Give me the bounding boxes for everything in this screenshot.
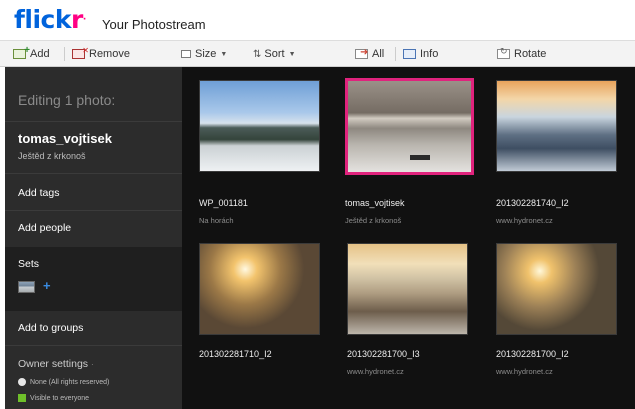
- photo-subtitle: Na horách: [199, 216, 234, 225]
- select-all-button[interactable]: All: [355, 46, 384, 62]
- photo-grid: WP_001181 Na horách tomas_vojtisek Ještě…: [182, 67, 635, 409]
- photo-title: 201302281710_I2: [199, 349, 272, 359]
- toolbar: Add Remove Size ▼ ⇅ Sort ▼ All Info Rota…: [0, 40, 635, 67]
- add-to-groups-link[interactable]: Add to groups: [18, 322, 83, 334]
- photo-thumbnail[interactable]: [345, 78, 474, 175]
- sets-label: Sets: [18, 258, 40, 270]
- add-people-link[interactable]: Add people: [18, 222, 71, 234]
- photo-subtitle: www.hydronet.cz: [496, 216, 553, 225]
- owner-settings-heading[interactable]: Owner settings ·: [18, 358, 94, 370]
- photo-thumbnail[interactable]: [199, 243, 320, 335]
- owner-settings-label: Owner settings: [18, 358, 89, 370]
- select-all-icon: [355, 47, 368, 59]
- photo-subtitle: www.hydronet.cz: [347, 367, 404, 376]
- add-label: Add: [30, 48, 50, 60]
- remove-label: Remove: [89, 48, 130, 60]
- page-title[interactable]: Your Photostream: [102, 17, 206, 32]
- toolbar-divider: [64, 47, 65, 61]
- rotate-button[interactable]: Rotate: [497, 46, 546, 62]
- hut-shape: [410, 155, 430, 160]
- sidebar-divider: [5, 210, 182, 211]
- photo-title: tomas_vojtisek: [345, 198, 405, 208]
- photo-title: 201302281700_I2: [496, 349, 569, 359]
- sidebar-divider: [5, 345, 182, 346]
- photo-description-field[interactable]: Ještěd z krkonoš: [18, 151, 86, 161]
- toolbar-divider: [395, 47, 396, 61]
- photo-thumbnail[interactable]: [347, 243, 468, 335]
- sets-section: Sets +: [5, 247, 182, 311]
- license-setting[interactable]: None (All rights reserved): [18, 378, 109, 386]
- photo-title: WP_001181: [199, 198, 248, 208]
- visibility-setting[interactable]: Visible to everyone: [18, 394, 89, 402]
- info-button[interactable]: Info: [403, 46, 438, 62]
- flickr-logo[interactable]: flickr·: [14, 6, 86, 34]
- remove-photo-icon: [72, 46, 89, 59]
- editing-heading: Editing 1 photo:: [18, 92, 116, 108]
- add-tags-link[interactable]: Add tags: [18, 187, 59, 199]
- visibility-icon: [18, 394, 26, 402]
- add-photo-icon: [13, 45, 30, 59]
- size-label: Size: [195, 48, 217, 60]
- logo-blue-part: flick: [14, 5, 71, 34]
- logo-pink-part: r: [70, 5, 83, 34]
- sort-label: Sort: [264, 48, 285, 60]
- chevron-down-icon: ▼: [220, 50, 228, 58]
- size-dropdown[interactable]: Size ▼: [181, 46, 227, 62]
- photo-thumbnail[interactable]: [496, 80, 617, 172]
- sidebar-divider: [5, 173, 182, 174]
- photo-title: 201302281700_I3: [347, 349, 420, 359]
- remove-button[interactable]: Remove: [72, 46, 130, 62]
- edit-sidebar: Editing 1 photo: tomas_vojtisek Ještěd z…: [5, 67, 182, 409]
- rotate-label: Rotate: [514, 48, 547, 60]
- photo-thumbnail[interactable]: [199, 80, 320, 172]
- chevron-down-icon: ▼: [288, 50, 296, 58]
- visibility-label: Visible to everyone: [30, 394, 90, 402]
- photo-thumbnail[interactable]: [496, 243, 617, 335]
- info-label: Info: [420, 48, 439, 60]
- add-button[interactable]: Add: [13, 45, 50, 62]
- size-icon: [181, 50, 191, 58]
- info-icon: [403, 49, 416, 59]
- photo-title: 201302281740_I2: [496, 198, 569, 208]
- header-bar: flickr· Your Photostream: [0, 0, 635, 40]
- sidebar-divider: [5, 121, 182, 122]
- all-label: All: [372, 48, 385, 60]
- photo-title-field[interactable]: tomas_vojtisek: [18, 131, 112, 146]
- photo-subtitle: Ještěd z krkonoš: [345, 216, 402, 225]
- photo-subtitle: www.hydronet.cz: [496, 367, 553, 376]
- license-label: None (All rights reserved): [30, 378, 110, 386]
- owner-settings-caret: ·: [91, 360, 94, 369]
- set-thumbnail[interactable]: [18, 281, 35, 293]
- license-icon: [18, 378, 26, 386]
- sort-dropdown[interactable]: ⇅ Sort ▼: [253, 46, 296, 62]
- rotate-icon: [497, 46, 510, 59]
- sort-icon: ⇅: [253, 48, 262, 60]
- add-set-icon[interactable]: +: [43, 278, 51, 293]
- logo-mark: ·: [82, 15, 86, 25]
